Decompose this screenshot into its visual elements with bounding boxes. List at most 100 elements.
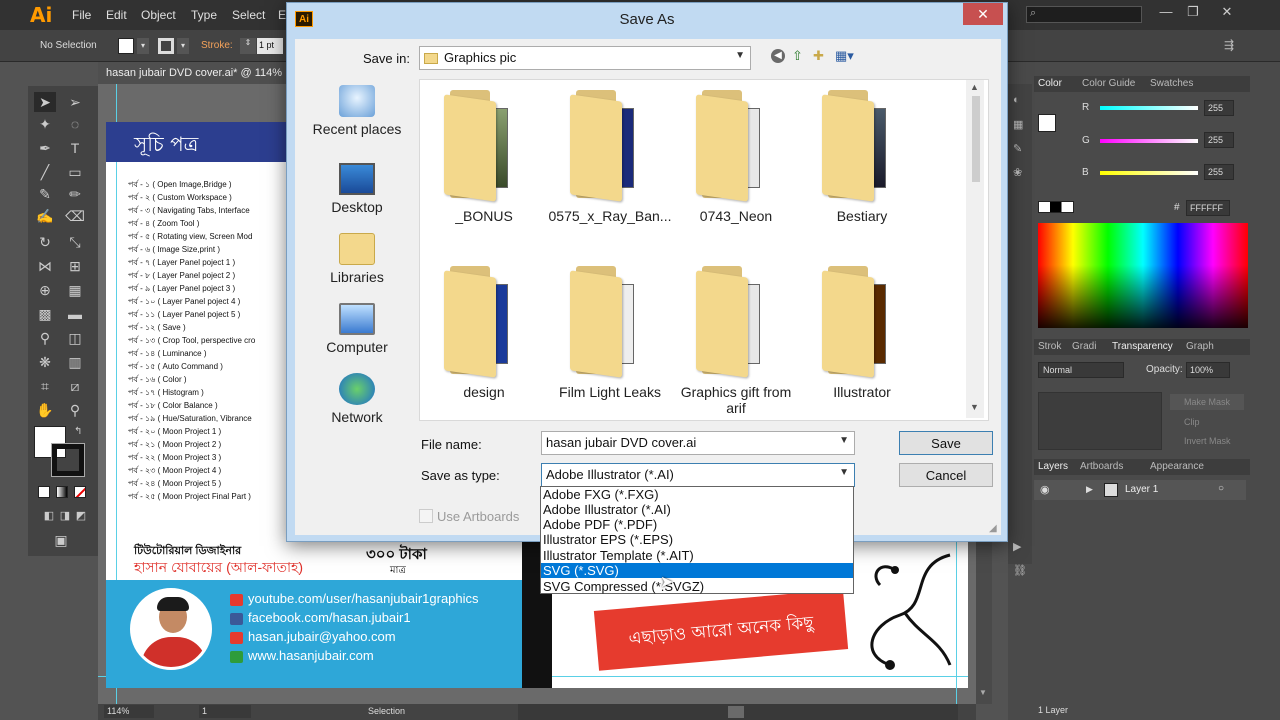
place-desktop[interactable]: Desktop xyxy=(303,163,411,215)
panel-symbol-icon[interactable]: ❀ xyxy=(1013,166,1022,179)
document-tab[interactable]: hasan jubair DVD cover.ai* @ 114% xyxy=(98,62,288,84)
menu-type[interactable]: Type xyxy=(191,8,217,22)
file-list[interactable]: _BONUS 0575_x_Ray_Ban... 0743_Neon Besti… xyxy=(419,79,989,421)
place-network[interactable]: Network xyxy=(303,373,411,425)
visibility-eye-icon[interactable]: ◉ xyxy=(1040,483,1050,496)
paintbrush-tool-icon[interactable]: ✎ xyxy=(34,184,56,204)
rotate-tool-icon[interactable]: ↻ xyxy=(34,232,56,252)
chevron-down-icon[interactable]: ▼ xyxy=(839,435,849,446)
eyedropper-tool-icon[interactable]: ⚲ xyxy=(34,328,56,348)
resize-grip-icon[interactable]: ◢ xyxy=(989,523,997,534)
option-eps[interactable]: Illustrator EPS (*.EPS) xyxy=(541,532,853,547)
r-slider[interactable] xyxy=(1100,106,1198,110)
fill-swatch[interactable] xyxy=(118,38,134,54)
stroke-label[interactable]: Stroke: xyxy=(201,40,233,51)
stroke-swatch[interactable] xyxy=(158,38,174,54)
option-pdf[interactable]: Adobe PDF (*.PDF) xyxy=(541,517,853,532)
stroke-dropdown-icon[interactable]: ▾ xyxy=(177,38,189,54)
rectangle-tool-icon[interactable]: ▭ xyxy=(64,162,86,182)
type-tool-icon[interactable]: T xyxy=(64,138,86,158)
dialog-close-button[interactable]: ✕ xyxy=(963,3,1003,25)
artboard-number-field[interactable]: 1 xyxy=(199,705,251,718)
gradient-mode-icon[interactable] xyxy=(56,486,68,498)
scale-tool-icon[interactable]: ⤡ xyxy=(64,232,86,252)
draw-inside-icon[interactable]: ◩ xyxy=(70,506,92,526)
panel-fill-box[interactable] xyxy=(1038,114,1056,132)
panel-color-icon[interactable]: ◐ xyxy=(1013,94,1020,106)
back-icon[interactable]: ◀ xyxy=(771,49,785,63)
blend-mode-select[interactable]: Normal xyxy=(1038,362,1124,378)
file-list-scroll-thumb[interactable] xyxy=(972,96,980,182)
file-name-input[interactable]: hasan jubair DVD cover.ai ▼ xyxy=(541,431,855,455)
folder-item[interactable]: design xyxy=(422,264,546,400)
folder-item[interactable]: _BONUS xyxy=(422,88,546,224)
expand-layer-icon[interactable]: ▶ xyxy=(1086,484,1093,495)
magic-wand-tool-icon[interactable]: ✦ xyxy=(34,114,56,134)
cancel-button[interactable]: Cancel xyxy=(899,463,993,487)
restore-icon[interactable]: ❐ xyxy=(1182,4,1204,22)
tab-artboards[interactable]: Artboards xyxy=(1080,461,1123,472)
tab-color-guide[interactable]: Color Guide xyxy=(1082,78,1135,89)
b-value-input[interactable]: 255 xyxy=(1204,164,1234,180)
b-slider[interactable] xyxy=(1100,171,1198,175)
control-bar-menu-icon[interactable]: ⇶ xyxy=(1224,38,1234,52)
canvas-horizontal-scrollbar[interactable] xyxy=(518,704,958,720)
option-svgz[interactable]: SVG Compressed (*.SVGZ) xyxy=(541,579,853,594)
opacity-input[interactable]: 100% xyxy=(1186,362,1230,378)
none-mode-icon[interactable] xyxy=(74,486,86,498)
place-computer[interactable]: Computer xyxy=(303,303,411,355)
swap-colors-icon[interactable]: ↰ xyxy=(74,426,82,437)
make-mask-button[interactable]: Make Mask xyxy=(1170,394,1244,410)
use-artboards-checkbox[interactable] xyxy=(419,509,433,523)
tab-layers[interactable]: Layers xyxy=(1038,461,1068,472)
folder-item[interactable]: 0575_x_Ray_Ban... xyxy=(548,88,672,224)
r-value-input[interactable]: 255 xyxy=(1204,100,1234,116)
menu-select[interactable]: Select xyxy=(232,8,265,22)
width-tool-icon[interactable]: ⋈ xyxy=(34,256,56,276)
scroll-down-icon[interactable]: ▼ xyxy=(970,402,979,412)
panel-link-icon[interactable]: ⛓ xyxy=(1013,564,1027,577)
tab-color[interactable]: Color xyxy=(1038,78,1062,89)
symbol-sprayer-tool-icon[interactable]: ❋ xyxy=(34,352,56,372)
g-slider[interactable] xyxy=(1100,139,1198,143)
lasso-tool-icon[interactable]: ◌ xyxy=(64,114,86,134)
direct-selection-tool-icon[interactable]: ➢ xyxy=(64,92,86,112)
tab-swatches[interactable]: Swatches xyxy=(1150,78,1193,89)
shape-builder-tool-icon[interactable]: ⊕ xyxy=(34,280,56,300)
pencil-tool-icon[interactable]: ✏ xyxy=(64,184,86,204)
blob-brush-tool-icon[interactable]: ✍ xyxy=(34,206,56,226)
color-mode-icon[interactable] xyxy=(38,486,50,498)
tab-graph[interactable]: Graph xyxy=(1186,341,1214,352)
option-ait[interactable]: Illustrator Template (*.AIT) xyxy=(541,548,853,563)
new-folder-icon[interactable]: ✚ xyxy=(813,48,824,64)
none-black-white-swatches[interactable] xyxy=(1038,201,1074,213)
pen-tool-icon[interactable]: ✒ xyxy=(34,138,56,158)
eraser-tool-icon[interactable]: ⌫ xyxy=(64,206,86,226)
stroke-weight-input[interactable]: 1 pt xyxy=(257,38,283,54)
g-value-input[interactable]: 255 xyxy=(1204,132,1234,148)
stroke-stepper[interactable]: ⇕ xyxy=(240,38,256,54)
clip-checkbox[interactable]: Clip xyxy=(1184,417,1200,427)
scroll-down-icon[interactable]: ▼ xyxy=(979,688,987,697)
layer-target-icon[interactable]: ○ xyxy=(1218,483,1224,494)
perspective-grid-tool-icon[interactable]: ▦ xyxy=(64,280,86,300)
selection-tool-icon[interactable]: ➤ xyxy=(34,92,56,112)
menu-edit[interactable]: Edit xyxy=(106,8,127,22)
folder-item[interactable]: Bestiary xyxy=(800,88,924,224)
gradient-tool-icon[interactable]: ▬ xyxy=(64,304,86,324)
up-folder-icon[interactable]: ⇧ xyxy=(792,48,803,64)
fill-dropdown-icon[interactable]: ▾ xyxy=(137,38,149,54)
place-libraries[interactable]: Libraries xyxy=(303,233,411,285)
menu-file[interactable]: File xyxy=(72,8,91,22)
save-type-select[interactable]: Adobe Illustrator (*.AI) ▼ xyxy=(541,463,855,487)
invert-mask-checkbox[interactable]: Invert Mask xyxy=(1184,436,1231,446)
tab-appearance[interactable]: Appearance xyxy=(1150,461,1204,472)
option-ai[interactable]: Adobe Illustrator (*.AI) xyxy=(541,502,853,517)
place-recent[interactable]: Recent places xyxy=(303,85,411,137)
help-search-input[interactable]: ⌕ xyxy=(1026,6,1142,23)
minimize-icon[interactable]: — xyxy=(1155,4,1177,22)
chevron-down-icon[interactable]: ▼ xyxy=(839,467,849,478)
hex-input[interactable]: FFFFFF xyxy=(1186,200,1230,216)
view-menu-icon[interactable]: ▦▾ xyxy=(835,48,854,64)
menu-object[interactable]: Object xyxy=(141,8,176,22)
